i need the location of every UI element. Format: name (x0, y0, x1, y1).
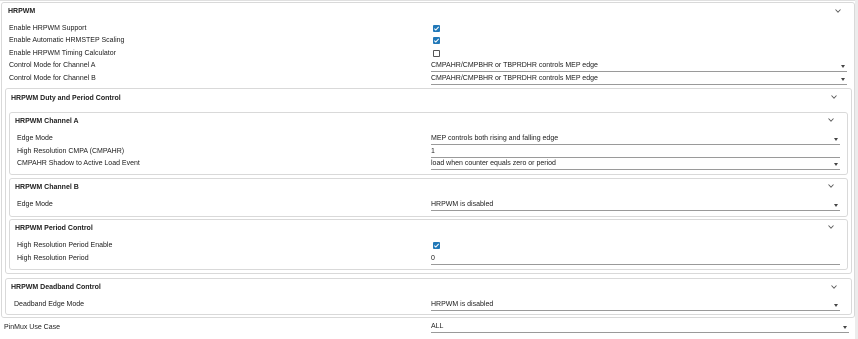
dropdown-arrow-icon (834, 163, 838, 166)
pinmux-label: PinMux Use Case (4, 324, 61, 331)
channel-a-edge-mode-value: MEP controls both rising and falling edg… (431, 135, 559, 142)
control-mode-b-label: Control Mode for Channel B (9, 75, 96, 82)
deadband-edge-mode-select[interactable]: HRPWM is disabled (431, 301, 840, 311)
chevron-down-icon[interactable] (831, 284, 837, 290)
control-mode-a-select[interactable]: CMPAHR/CMPBHR or TBPRDHR controls MEP ed… (431, 62, 847, 72)
chevron-down-icon[interactable] (828, 117, 834, 123)
chevron-down-icon[interactable] (828, 183, 834, 189)
dropdown-arrow-icon (841, 78, 845, 81)
period-value: 0 (431, 255, 435, 262)
dropdown-arrow-icon (834, 138, 838, 141)
deadband-edge-mode-value: HRPWM is disabled (431, 301, 494, 308)
period-label: High Resolution Period (17, 255, 89, 262)
enable-hrpwm-support-checkbox[interactable] (433, 25, 440, 32)
period-control-title: HRPWM Period Control (15, 225, 93, 232)
dropdown-arrow-icon (841, 65, 845, 68)
deadband-title: HRPWM Deadband Control (11, 284, 101, 291)
enable-timing-calculator-checkbox[interactable] (433, 50, 440, 57)
enable-auto-hrmstep-label: Enable Automatic HRMSTEP Scaling (9, 37, 125, 44)
control-mode-a-label: Control Mode for Channel A (9, 62, 96, 69)
duty-period-title: HRPWM Duty and Period Control (11, 95, 121, 102)
channel-b-panel (9, 178, 848, 217)
period-enable-label: High Resolution Period Enable (17, 242, 113, 249)
cmpahr-input[interactable]: 1 (431, 148, 840, 158)
chevron-down-icon[interactable] (835, 8, 841, 14)
enable-timing-calculator-label: Enable HRPWM Timing Calculator (9, 50, 116, 57)
deadband-edge-mode-label: Deadband Edge Mode (14, 301, 85, 308)
channel-a-title: HRPWM Channel A (15, 118, 79, 125)
top-divider (0, 0, 858, 1)
shadow-load-label: CMPAHR Shadow to Active Load Event (17, 160, 140, 167)
control-mode-b-select[interactable]: CMPAHR/CMPBHR or TBPRDHR controls MEP ed… (431, 75, 847, 85)
channel-a-edge-mode-select[interactable]: MEP controls both rising and falling edg… (431, 135, 840, 145)
cmpahr-value: 1 (431, 148, 435, 155)
pinmux-value: ALL (431, 323, 444, 330)
shadow-load-select[interactable]: load when counter equals zero or period (431, 160, 840, 170)
enable-auto-hrmstep-checkbox[interactable] (433, 37, 440, 44)
shadow-load-value: load when counter equals zero or period (431, 160, 556, 167)
enable-hrpwm-support-label: Enable HRPWM Support (9, 25, 87, 32)
hrpwm-title: HRPWM (8, 8, 36, 15)
pinmux-select[interactable]: ALL (431, 323, 849, 333)
dropdown-arrow-icon (843, 326, 847, 329)
channel-b-edge-mode-select[interactable]: HRPWM is disabled (431, 201, 840, 211)
dropdown-arrow-icon (834, 304, 838, 307)
channel-a-edge-mode-label: Edge Mode (17, 135, 53, 142)
chevron-down-icon[interactable] (828, 224, 834, 230)
dropdown-arrow-icon (834, 204, 838, 207)
cmpahr-label: High Resolution CMPA (CMPAHR) (17, 148, 125, 155)
control-mode-a-value: CMPAHR/CMPBHR or TBPRDHR controls MEP ed… (431, 62, 598, 69)
channel-b-edge-mode-value: HRPWM is disabled (431, 201, 494, 208)
channel-b-edge-mode-label: Edge Mode (17, 201, 53, 208)
channel-b-title: HRPWM Channel B (15, 184, 79, 191)
chevron-down-icon[interactable] (831, 94, 837, 100)
period-enable-checkbox[interactable] (433, 242, 440, 249)
period-input[interactable]: 0 (431, 255, 840, 265)
control-mode-b-value: CMPAHR/CMPBHR or TBPRDHR controls MEP ed… (431, 75, 598, 82)
